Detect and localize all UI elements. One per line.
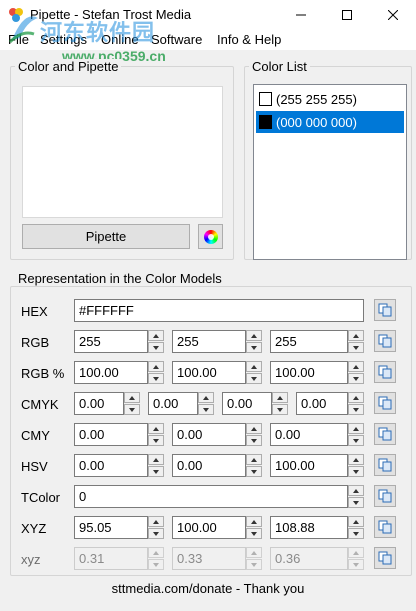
hsv-h-input[interactable]: 0.00 [74, 454, 148, 477]
color-swatch [259, 115, 272, 129]
color-pipette-group-label: Color and Pipette [15, 59, 122, 74]
rgb-r-spinner[interactable] [148, 330, 164, 353]
hsv-s-input[interactable]: 0.00 [172, 454, 246, 477]
rgb-percent-r-input[interactable]: 100.00 [74, 361, 148, 384]
xyz-chromaticity-z-input: 0.36 [270, 547, 348, 570]
xyz-x-spinner[interactable] [148, 516, 164, 539]
cmy-c-input[interactable]: 0.00 [74, 423, 148, 446]
cmyk-y-spinner[interactable] [272, 392, 288, 415]
rgb-g-input[interactable]: 255 [172, 330, 246, 353]
hex-label: HEX [21, 304, 48, 319]
xyz-chromaticity-y-input: 0.33 [172, 547, 246, 570]
copy-cmy-button[interactable] [374, 423, 396, 445]
color-list-item[interactable]: (255 255 255) [256, 88, 404, 110]
hsv-h-spinner[interactable] [148, 454, 164, 477]
cmy-y-spinner[interactable] [348, 423, 364, 446]
copy-cmyk-button[interactable] [374, 392, 396, 414]
copy-rgb-button[interactable] [374, 330, 396, 352]
copy-icon [378, 396, 392, 410]
donate-link[interactable]: sttmedia.com/donate - Thank you [0, 581, 416, 596]
cmyk-y-input[interactable]: 0.00 [222, 392, 272, 415]
cmyk-c-spinner[interactable] [124, 392, 140, 415]
xyz-z-input[interactable]: 108.88 [270, 516, 348, 539]
cmyk-label: CMYK [21, 397, 59, 412]
copy-tcolor-button[interactable] [374, 485, 396, 507]
rgb-percent-b-input[interactable]: 100.00 [270, 361, 348, 384]
copy-xyz-chromaticity-button[interactable] [374, 547, 396, 569]
xyz-chromaticity-z-spinner [348, 547, 364, 570]
cmyk-m-input[interactable]: 0.00 [148, 392, 198, 415]
close-button[interactable] [370, 0, 416, 30]
xyz-y-spinner[interactable] [246, 516, 262, 539]
tcolor-spinner[interactable] [348, 485, 364, 508]
minimize-button[interactable] [278, 0, 324, 30]
cmy-c-spinner[interactable] [148, 423, 164, 446]
rgb-b-spinner[interactable] [348, 330, 364, 353]
copy-icon [378, 334, 392, 348]
cmy-m-input[interactable]: 0.00 [172, 423, 246, 446]
xyz-z-spinner[interactable] [348, 516, 364, 539]
cmy-m-spinner[interactable] [246, 423, 262, 446]
xyz-label: XYZ [21, 521, 47, 536]
color-list-item-label: (000 000 000) [276, 114, 357, 130]
color-models-group-label: Representation in the Color Models [15, 271, 225, 286]
color-preview [22, 86, 223, 218]
rgb-percent-r-spinner[interactable] [148, 361, 164, 384]
copy-icon [378, 303, 392, 317]
copy-icon [378, 458, 392, 472]
xyz-chromaticity-y-spinner [246, 547, 262, 570]
xyz-x-input[interactable]: 95.05 [74, 516, 148, 539]
xyz-chromaticity-label: xyz [21, 552, 41, 567]
cmy-label: CMY [21, 428, 50, 443]
rgb-g-spinner[interactable] [246, 330, 262, 353]
copy-icon [378, 489, 392, 503]
xyz-y-input[interactable]: 100.00 [172, 516, 246, 539]
cmy-y-input[interactable]: 0.00 [270, 423, 348, 446]
rgb-percent-g-input[interactable]: 100.00 [172, 361, 246, 384]
color-swatch [259, 92, 272, 106]
rgb-label: RGB [21, 335, 50, 350]
copy-icon [378, 427, 392, 441]
copy-rgb-percent-button[interactable] [374, 361, 396, 383]
maximize-button[interactable] [324, 0, 370, 30]
cmyk-m-spinner[interactable] [198, 392, 214, 415]
hsv-label: HSV [21, 459, 48, 474]
rgb-b-input[interactable]: 255 [270, 330, 348, 353]
tcolor-input[interactable]: 0 [74, 485, 348, 508]
close-icon [388, 10, 398, 20]
copy-xyz-button[interactable] [374, 516, 396, 538]
tcolor-label: TColor [21, 490, 61, 505]
copy-icon [378, 520, 392, 534]
hsv-v-spinner[interactable] [348, 454, 364, 477]
copy-hsv-button[interactable] [374, 454, 396, 476]
hsv-v-input[interactable]: 100.00 [270, 454, 348, 477]
rgb-r-input[interactable]: 255 [74, 330, 148, 353]
color-list[interactable]: (255 255 255) (000 000 000) [253, 84, 407, 260]
cmyk-k-input[interactable]: 0.00 [296, 392, 348, 415]
cmyk-k-spinner[interactable] [348, 392, 364, 415]
rgb-percent-g-spinner[interactable] [246, 361, 262, 384]
minimize-icon [296, 14, 306, 16]
pipette-button[interactable]: Pipette [22, 224, 190, 249]
copy-hex-button[interactable] [374, 299, 396, 321]
color-list-item-selected[interactable]: (000 000 000) [256, 111, 404, 133]
xyz-chromaticity-x-input: 0.31 [74, 547, 148, 570]
menu-software[interactable]: Software [151, 32, 202, 47]
rgb-percent-label: RGB % [21, 366, 65, 381]
color-picker-button[interactable] [198, 224, 223, 249]
maximize-icon [342, 10, 352, 20]
xyz-chromaticity-x-spinner [148, 547, 164, 570]
color-list-group-label: Color List [249, 59, 310, 74]
hex-input[interactable]: #FFFFFF [74, 299, 364, 322]
cmyk-c-input[interactable]: 0.00 [74, 392, 124, 415]
hsv-s-spinner[interactable] [246, 454, 262, 477]
watermark-logo [8, 16, 38, 44]
menu-info-help[interactable]: Info & Help [217, 32, 281, 47]
rgb-percent-b-spinner[interactable] [348, 361, 364, 384]
color-list-item-label: (255 255 255) [276, 91, 357, 107]
watermark-title: 河东软件园 [40, 21, 156, 46]
copy-icon [378, 365, 392, 379]
color-wheel-icon [203, 229, 218, 244]
copy-icon [378, 551, 392, 565]
